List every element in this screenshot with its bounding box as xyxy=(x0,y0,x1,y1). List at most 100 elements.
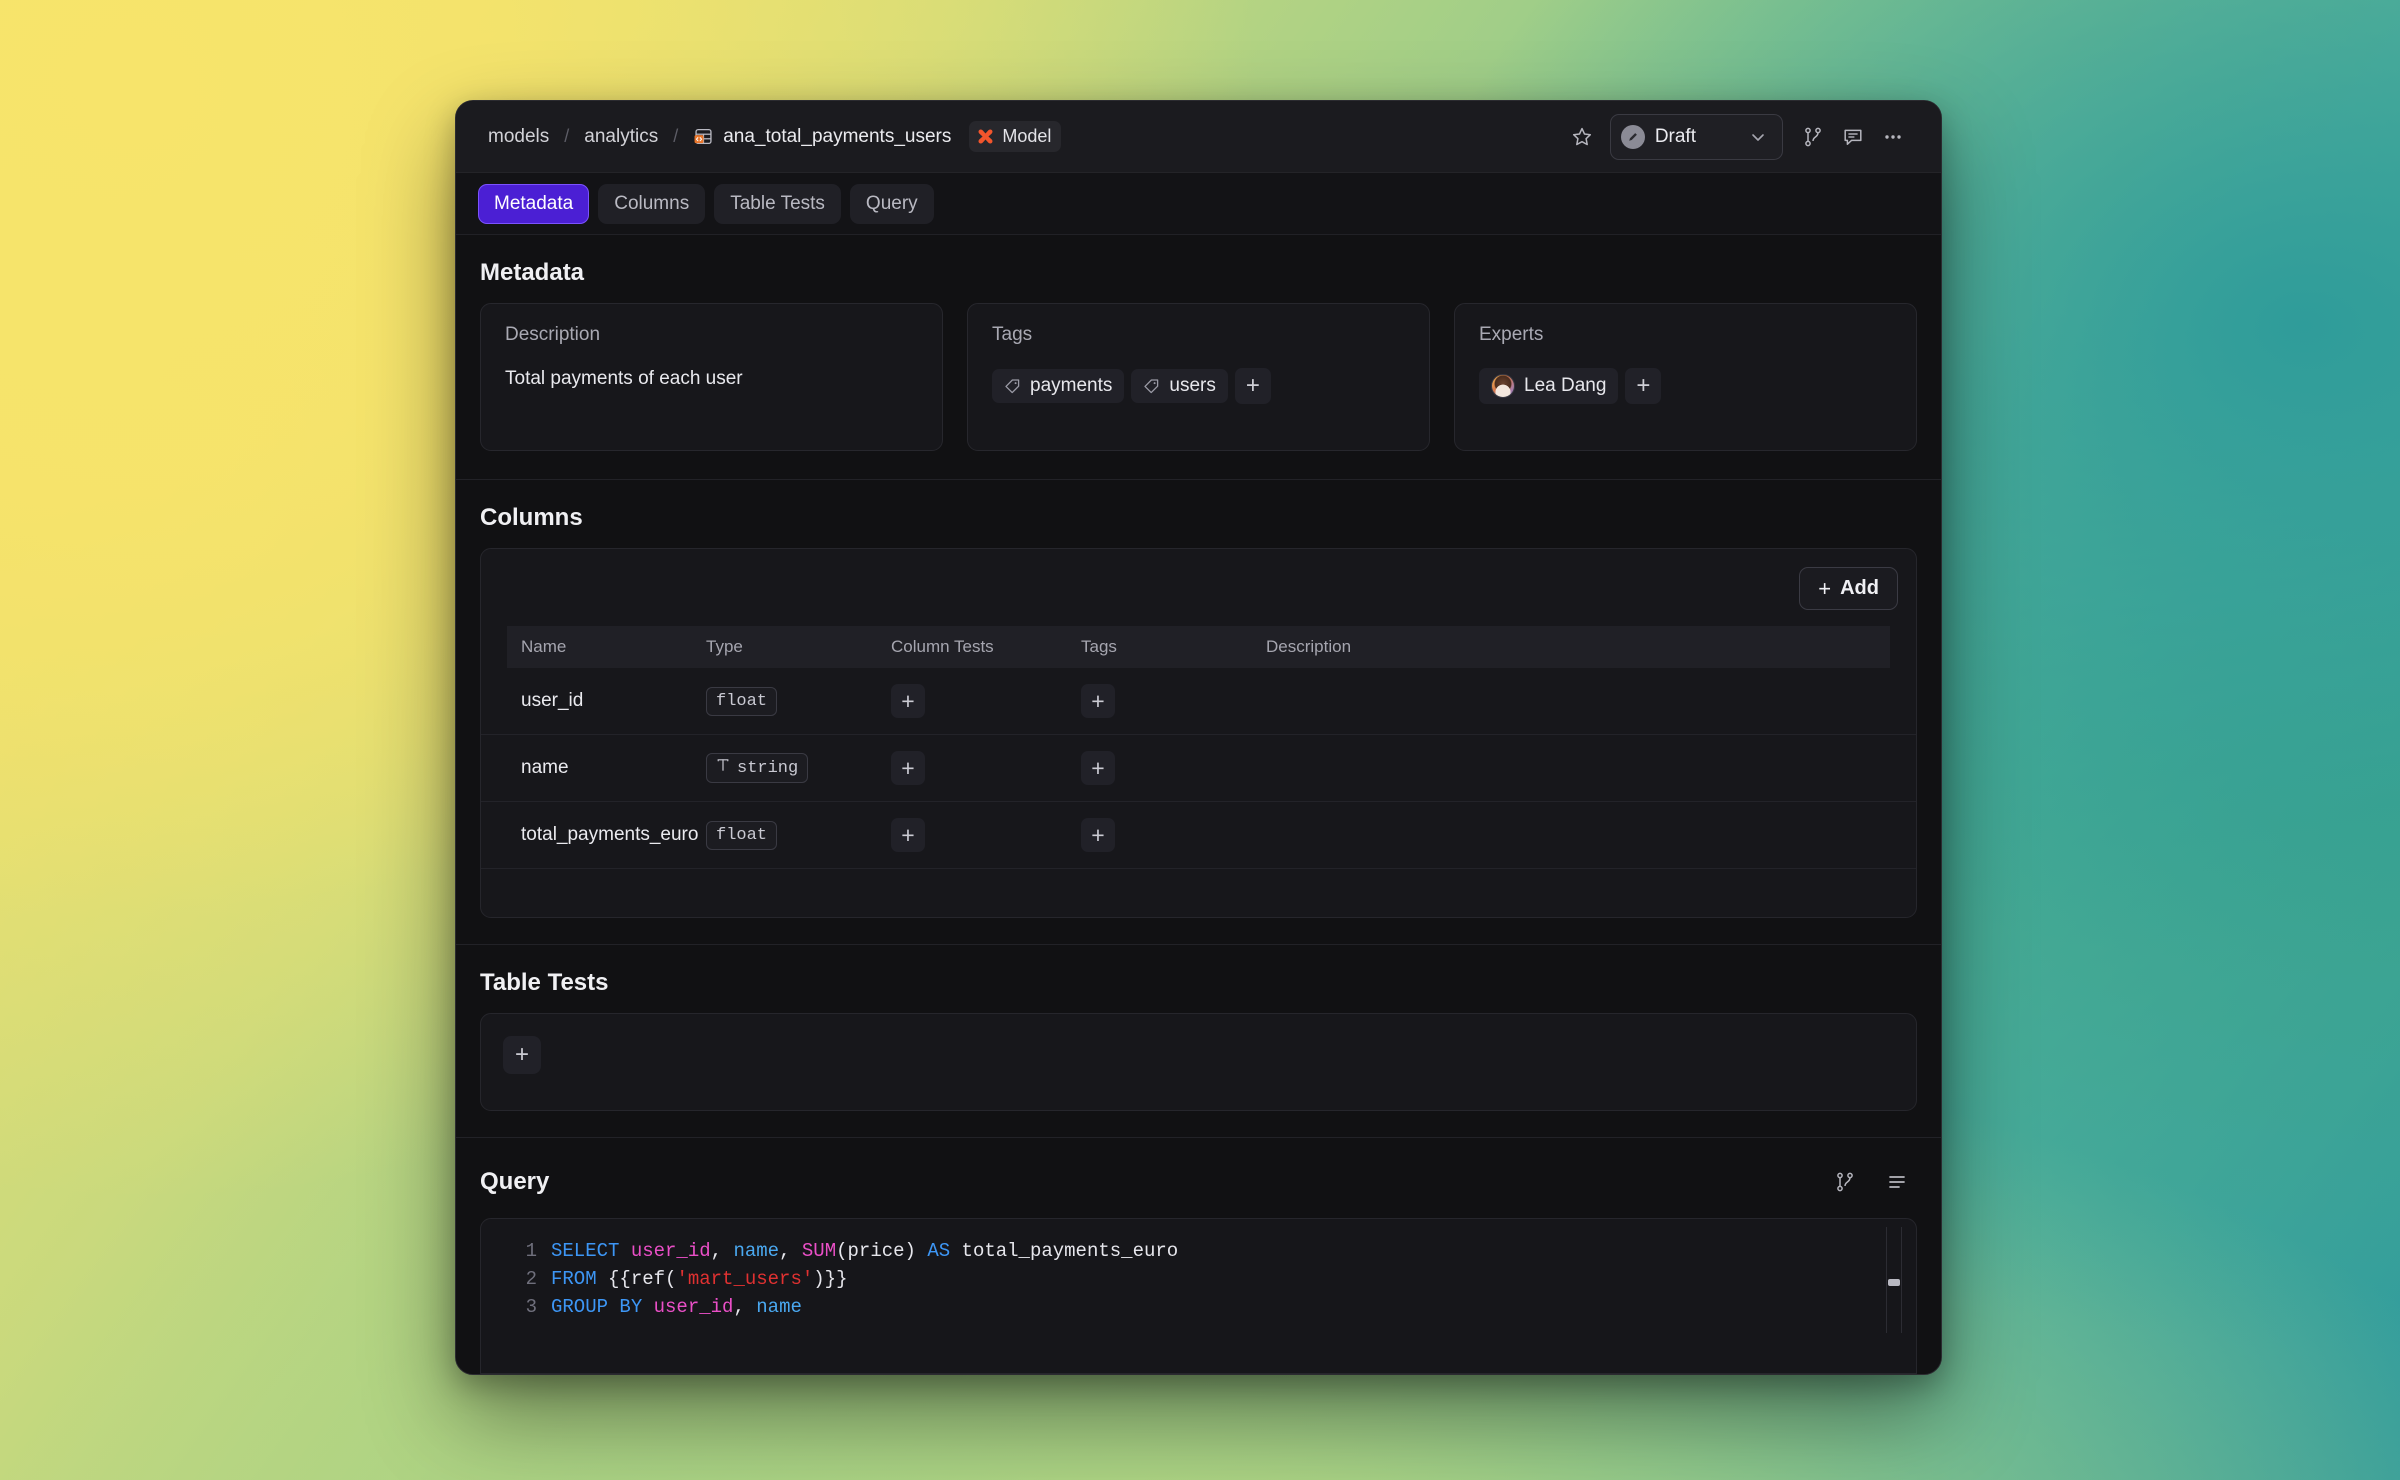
add-tag-button[interactable]: + xyxy=(1234,368,1271,404)
query-actions xyxy=(1825,1162,1917,1202)
tab-bar: Metadata Columns Table Tests Query xyxy=(456,173,1941,235)
breadcrumb-separator: / xyxy=(673,126,679,146)
columns-panel-footer xyxy=(481,869,1916,917)
breadcrumb-item-models[interactable]: models xyxy=(480,122,557,152)
column-header-tags[interactable]: Tags xyxy=(1067,626,1252,668)
code-line-content: SELECT user_id, name, SUM(price) AS tota… xyxy=(551,1240,1179,1262)
column-header-column-tests[interactable]: Column Tests xyxy=(877,626,1067,668)
line-number: 2 xyxy=(525,1268,537,1290)
cell-description[interactable] xyxy=(1252,734,1890,802)
breadcrumb-item-file[interactable]: ana_total_payments_users xyxy=(685,122,959,152)
add-column-tag-button[interactable]: + xyxy=(1081,818,1115,852)
columns-panel: + Add Name Type Column Tests Tags Descri… xyxy=(480,548,1917,918)
add-column-test-button[interactable]: + xyxy=(891,818,925,852)
text-type-icon xyxy=(716,758,730,778)
tab-query[interactable]: Query xyxy=(849,183,934,224)
cell-tags: + xyxy=(1067,734,1252,802)
editor-scrollbar[interactable] xyxy=(1886,1227,1902,1333)
table-row[interactable]: name string + + xyxy=(481,734,1916,802)
query-editor[interactable]: 1 SELECT user_id, name, SUM(price) AS tot… xyxy=(480,1218,1917,1374)
tag-chip[interactable]: users xyxy=(1131,369,1228,403)
cell-name[interactable]: total_payments_euro xyxy=(507,801,698,869)
cell-type[interactable]: float xyxy=(692,801,877,869)
column-header-type[interactable]: Type xyxy=(692,626,877,668)
experts-label: Experts xyxy=(1479,324,1544,345)
column-header-description[interactable]: Description xyxy=(1252,626,1890,668)
plus-icon: + xyxy=(1818,575,1832,601)
table-tests-panel-wrap: + xyxy=(456,1013,1941,1137)
tab-columns[interactable]: Columns xyxy=(598,183,706,224)
add-expert-button[interactable]: + xyxy=(1625,368,1662,404)
status-dropdown[interactable]: Draft xyxy=(1609,113,1783,160)
add-column-test-button[interactable]: + xyxy=(891,684,925,718)
cell-description[interactable] xyxy=(1252,668,1890,735)
dbt-x-icon xyxy=(976,127,995,146)
table-tests-heading: Table Tests xyxy=(480,969,609,996)
type-badge-label: string xyxy=(737,758,799,778)
ellipsis-icon[interactable] xyxy=(1873,117,1913,157)
breadcrumb: models / analytics / ana_total_payments_… xyxy=(480,121,1562,152)
file-name: ana_total_payments_users xyxy=(723,125,952,147)
columns-table-body: user_id float + + name string + + total_… xyxy=(481,668,1916,869)
description-label: Description xyxy=(505,324,601,345)
add-column-tag-button[interactable]: + xyxy=(1081,751,1115,785)
row-pad xyxy=(481,668,507,735)
head-pad xyxy=(1890,626,1916,668)
columns-table: Name Type Column Tests Tags Description … xyxy=(481,626,1916,869)
git-branch-icon[interactable] xyxy=(1825,1162,1865,1202)
metadata-heading: Metadata xyxy=(480,259,585,286)
code-line-content: GROUP BY user_id, name xyxy=(551,1296,802,1318)
add-column-test-button[interactable]: + xyxy=(891,751,925,785)
cell-name[interactable]: user_id xyxy=(507,668,692,735)
app-window: models / analytics / ana_total_payments_… xyxy=(455,100,1942,1375)
metadata-cards: Description Total payments of each user … xyxy=(456,303,1941,479)
cell-name[interactable]: name xyxy=(507,734,692,802)
tab-metadata[interactable]: Metadata xyxy=(478,183,590,224)
table-code-icon xyxy=(693,126,714,147)
tag-icon xyxy=(1143,378,1160,395)
cell-type[interactable]: float xyxy=(692,668,877,735)
breadcrumb-item-analytics[interactable]: analytics xyxy=(576,122,666,152)
comment-icon[interactable] xyxy=(1833,117,1873,157)
columns-table-head: Name Type Column Tests Tags Description xyxy=(481,626,1916,668)
tag-label: users xyxy=(1169,375,1216,396)
add-table-test-button[interactable]: + xyxy=(503,1036,541,1074)
column-header-name[interactable]: Name xyxy=(507,626,692,668)
tag-label: payments xyxy=(1030,375,1113,396)
type-badge-label: float xyxy=(716,691,768,711)
sql-code[interactable]: 1 SELECT user_id, name, SUM(price) AS tot… xyxy=(481,1237,1916,1321)
query-header: Query xyxy=(456,1138,1941,1218)
tab-table-tests[interactable]: Table Tests xyxy=(714,183,841,224)
row-pad xyxy=(1890,734,1916,802)
table-row[interactable]: total_payments_euro float + + xyxy=(481,801,1916,869)
code-line-content: FROM {{ref('mart_users')}} xyxy=(551,1268,848,1290)
pencil-icon xyxy=(1620,124,1645,149)
expert-chip[interactable]: Lea Dang xyxy=(1479,368,1619,404)
add-column-button[interactable]: + Add xyxy=(1799,567,1898,610)
cell-type[interactable]: string xyxy=(692,734,877,802)
table-tests-panel: + xyxy=(480,1013,1917,1111)
cell-column-tests: + xyxy=(877,801,1067,869)
table-row[interactable]: user_id float + + xyxy=(481,668,1916,735)
experts-list: Lea Dang + xyxy=(1479,368,1892,404)
code-line: 2 FROM {{ref('mart_users')}} xyxy=(515,1268,848,1290)
tag-chip[interactable]: payments xyxy=(992,369,1125,403)
git-branch-icon[interactable] xyxy=(1793,117,1833,157)
cell-description[interactable] xyxy=(1252,801,1890,869)
tags-list: payments users + xyxy=(992,368,1405,404)
format-lines-icon[interactable] xyxy=(1877,1162,1917,1202)
breadcrumb-separator: / xyxy=(564,126,570,146)
scrollbar-thumb[interactable] xyxy=(1888,1279,1900,1286)
code-line: 3 GROUP BY user_id, name xyxy=(515,1296,802,1318)
description-value[interactable]: Total payments of each user xyxy=(505,368,918,390)
row-pad xyxy=(1890,668,1916,735)
model-type-chip[interactable]: Model xyxy=(969,121,1062,152)
add-column-tag-button[interactable]: + xyxy=(1081,684,1115,718)
cell-tags: + xyxy=(1067,801,1252,869)
row-pad xyxy=(481,801,507,869)
type-badge: float xyxy=(706,686,778,716)
star-icon[interactable] xyxy=(1562,117,1602,157)
experts-card: Experts Lea Dang + xyxy=(1454,303,1917,451)
head-pad xyxy=(481,626,507,668)
avatar xyxy=(1491,374,1515,398)
